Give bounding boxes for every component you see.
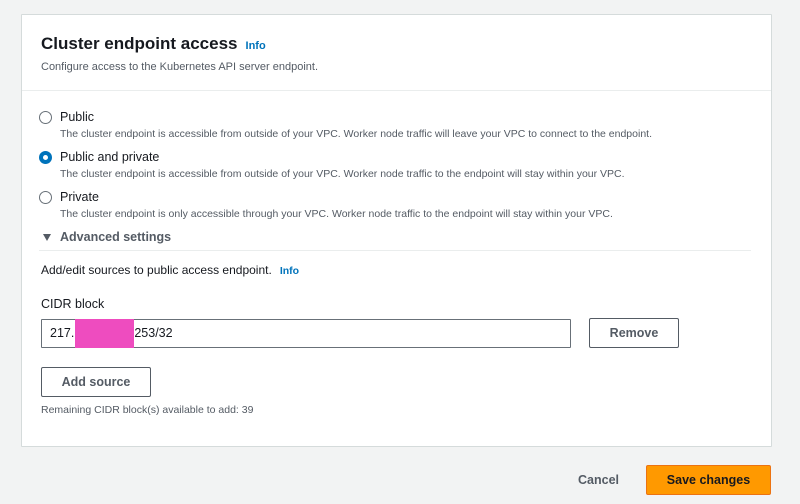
cidr-prefix: 217. [50, 326, 75, 340]
option-private[interactable]: Private The cluster endpoint is only acc… [39, 190, 752, 220]
save-changes-button[interactable]: Save changes [646, 465, 771, 495]
sources-info-link[interactable]: Info [280, 265, 299, 277]
option-private-description: The cluster endpoint is only accessible … [60, 208, 613, 220]
remaining-cidr-text: Remaining CIDR block(s) available to add… [41, 404, 254, 416]
redaction-block [75, 318, 135, 348]
cidr-row: 217. 253/32 Remove [41, 318, 752, 348]
option-private-text: Private The cluster endpoint is only acc… [60, 190, 613, 220]
panel-header: Cluster endpoint access Info Configure a… [22, 15, 771, 91]
panel-description: Configure access to the Kubernetes API s… [41, 61, 318, 73]
title-row: Cluster endpoint access Info [41, 34, 752, 54]
add-source-button[interactable]: Add source [41, 367, 151, 397]
cancel-button[interactable]: Cancel [578, 473, 619, 487]
panel-title: Cluster endpoint access [41, 34, 238, 53]
option-private-label: Private [60, 190, 99, 204]
remove-button[interactable]: Remove [589, 318, 679, 348]
endpoint-access-panel: Cluster endpoint access Info Configure a… [21, 14, 772, 447]
sources-row: Add/edit sources to public access endpoi… [41, 263, 752, 277]
option-public-and-private[interactable]: Public and private The cluster endpoint … [39, 150, 752, 180]
option-public[interactable]: Public The cluster endpoint is accessibl… [39, 110, 752, 140]
radio-private[interactable] [39, 191, 52, 204]
option-public-label: Public [60, 110, 95, 124]
panel-body: Public The cluster endpoint is accessibl… [22, 91, 771, 416]
radio-public[interactable] [39, 111, 52, 124]
radio-public-and-private[interactable] [39, 151, 52, 164]
cidr-suffix: 253/32 [134, 326, 173, 340]
option-public-description: The cluster endpoint is accessible from … [60, 128, 652, 140]
option-public-and-private-label: Public and private [60, 150, 160, 164]
option-public-text: Public The cluster endpoint is accessibl… [60, 110, 652, 140]
option-public-and-private-text: Public and private The cluster endpoint … [60, 150, 625, 180]
cidr-block-label: CIDR block [41, 297, 105, 311]
sources-text: Add/edit sources to public access endpoi… [41, 263, 272, 277]
footer-actions: Cancel Save changes [578, 465, 771, 495]
caret-down-icon [43, 233, 51, 241]
advanced-settings-label: Advanced settings [60, 230, 172, 244]
advanced-settings-toggle[interactable]: Advanced settings [39, 230, 751, 251]
option-public-and-private-description: The cluster endpoint is accessible from … [60, 168, 625, 180]
info-link[interactable]: Info [246, 40, 266, 52]
cidr-block-input[interactable]: 217. 253/32 [41, 318, 571, 348]
